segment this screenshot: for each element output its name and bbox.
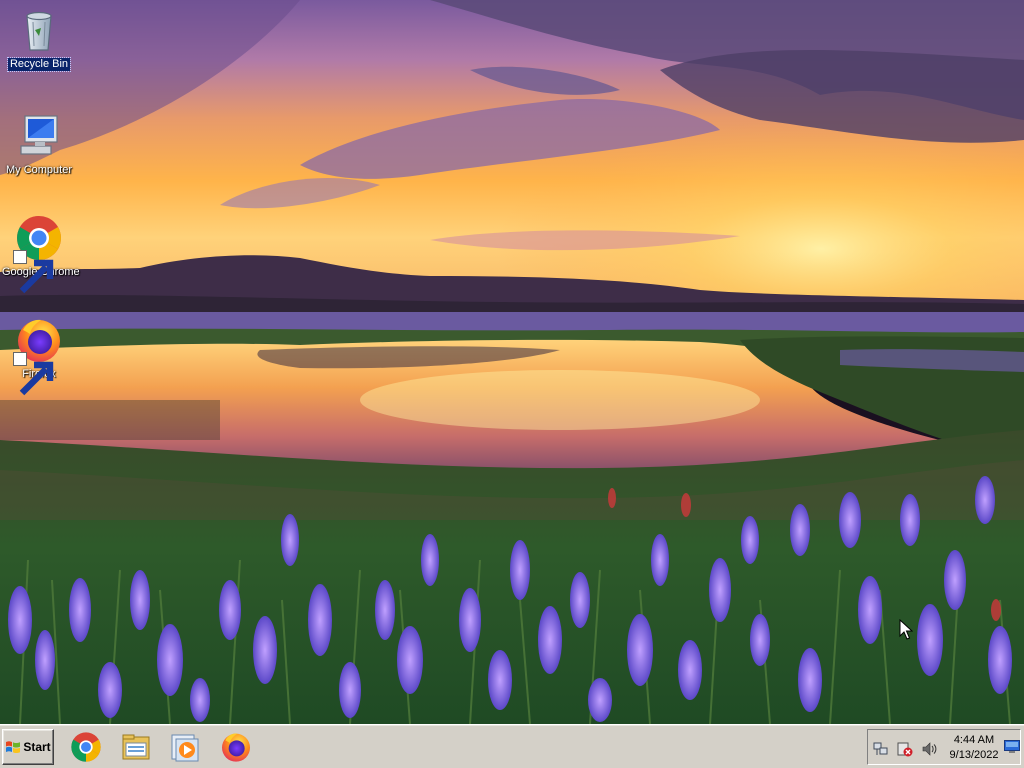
show-desktop-icon[interactable]	[1004, 740, 1020, 754]
desktop-icon-label: My Computer	[5, 164, 73, 176]
desktop-icon-google-chrome[interactable]: Google Chrome	[0, 214, 80, 294]
start-button[interactable]: Start	[2, 729, 54, 765]
clock-date[interactable]: 9/13/2022	[944, 749, 1004, 761]
folder-icon	[122, 734, 150, 760]
chrome-icon	[13, 214, 63, 294]
chrome-icon	[71, 732, 101, 762]
mouse-cursor-icon	[899, 619, 913, 640]
recycle-bin-icon	[15, 6, 63, 54]
desktop-wallpaper	[0, 0, 1024, 724]
computer-icon	[15, 112, 63, 160]
system-tray: 4:44 AM 9/13/2022	[867, 729, 1021, 765]
quick-launch-media-player[interactable]	[166, 730, 202, 764]
quick-launch-chrome[interactable]	[68, 730, 104, 764]
quick-launch-firefox[interactable]	[218, 730, 254, 764]
windows-logo-icon	[6, 741, 21, 753]
firefox-icon	[222, 733, 250, 762]
start-label: Start	[23, 740, 51, 754]
quick-launch-explorer[interactable]	[118, 730, 154, 764]
desktop-icon-recycle-bin[interactable]: Recycle Bin	[0, 6, 78, 72]
desktop-icon-firefox[interactable]: Firefox	[0, 316, 78, 396]
clock-time[interactable]: 4:44 AM	[948, 734, 1000, 746]
shortcut-arrow-icon	[13, 250, 54, 294]
media-player-icon	[171, 734, 199, 762]
security-alert-icon[interactable]	[897, 741, 913, 757]
firefox-icon	[13, 316, 63, 396]
desktop-icon-my-computer[interactable]: My Computer	[0, 112, 78, 178]
volume-icon[interactable]	[921, 741, 937, 757]
shortcut-arrow-icon	[13, 352, 54, 396]
taskbar: Start 4:44 AM 9/13/2022	[0, 724, 1024, 768]
desktop-icon-label: Recycle Bin	[6, 57, 72, 72]
network-icon[interactable]	[873, 741, 889, 757]
